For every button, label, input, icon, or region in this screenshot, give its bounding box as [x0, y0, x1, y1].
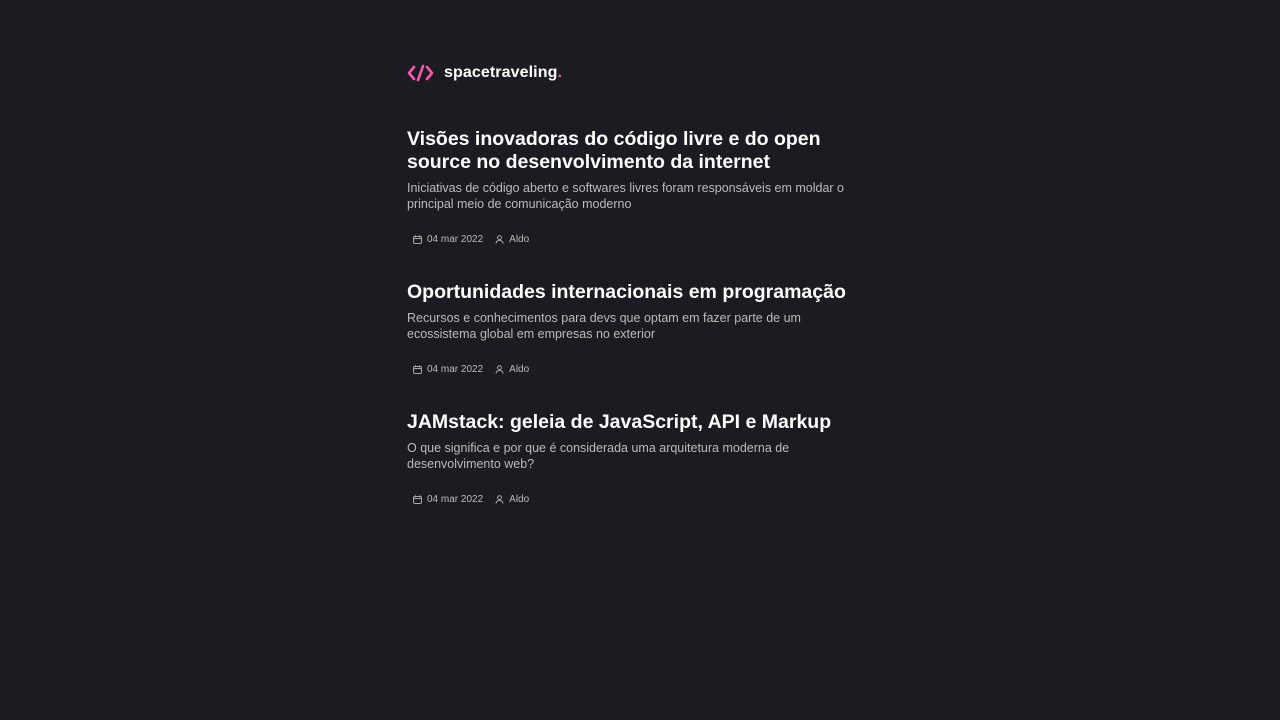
post-author-text: Aldo — [509, 493, 530, 505]
calendar-icon — [413, 234, 422, 244]
post-subtitle: Iniciativas de código aberto e softwares… — [407, 181, 845, 211]
user-icon — [495, 364, 504, 374]
logo-text: spacetraveling — [444, 64, 558, 81]
post-date: 04 mar 2022 — [413, 234, 483, 245]
logo-link[interactable]: spacetraveling. — [407, 62, 562, 84]
post-title[interactable]: Visões inovadoras do código livre e do o… — [407, 128, 847, 174]
post-date-text: 04 mar 2022 — [427, 233, 484, 245]
user-icon — [495, 494, 504, 504]
post-author-text: Aldo — [509, 233, 530, 245]
page: spacetraveling. Visões inovadoras do cód… — [0, 0, 1280, 720]
post-subtitle: Recursos e conhecimentos para devs que o… — [407, 311, 801, 341]
post-item[interactable]: Oportunidades internacionais em programa… — [407, 281, 887, 376]
post-date-text: 04 mar 2022 — [427, 363, 484, 375]
calendar-icon — [413, 494, 422, 504]
user-icon — [495, 234, 504, 244]
logo-dot: . — [557, 64, 562, 81]
post-author-text: Aldo — [509, 363, 530, 375]
calendar-icon — [413, 364, 422, 374]
post-author: Aldo — [495, 234, 529, 245]
post-title[interactable]: JAMstack: geleia de JavaScript, API e Ma… — [407, 411, 877, 434]
post-date-text: 04 mar 2022 — [427, 493, 484, 505]
post-info: 04 mar 2022 Aldo — [413, 492, 887, 506]
post-subtitle: O que significa e por que é considerada … — [407, 441, 790, 471]
post-item[interactable]: Visões inovadoras do código livre e do o… — [407, 128, 887, 246]
post-date: 04 mar 2022 — [413, 364, 483, 375]
post-info: 04 mar 2022 Aldo — [413, 232, 887, 246]
post-title[interactable]: Oportunidades internacionais em programa… — [407, 281, 877, 304]
code-brackets-icon — [407, 64, 434, 82]
post-author: Aldo — [495, 494, 529, 505]
post-author: Aldo — [495, 364, 529, 375]
post-item[interactable]: JAMstack: geleia de JavaScript, API e Ma… — [407, 411, 887, 506]
post-info: 04 mar 2022 Aldo — [413, 362, 887, 376]
post-date: 04 mar 2022 — [413, 494, 483, 505]
